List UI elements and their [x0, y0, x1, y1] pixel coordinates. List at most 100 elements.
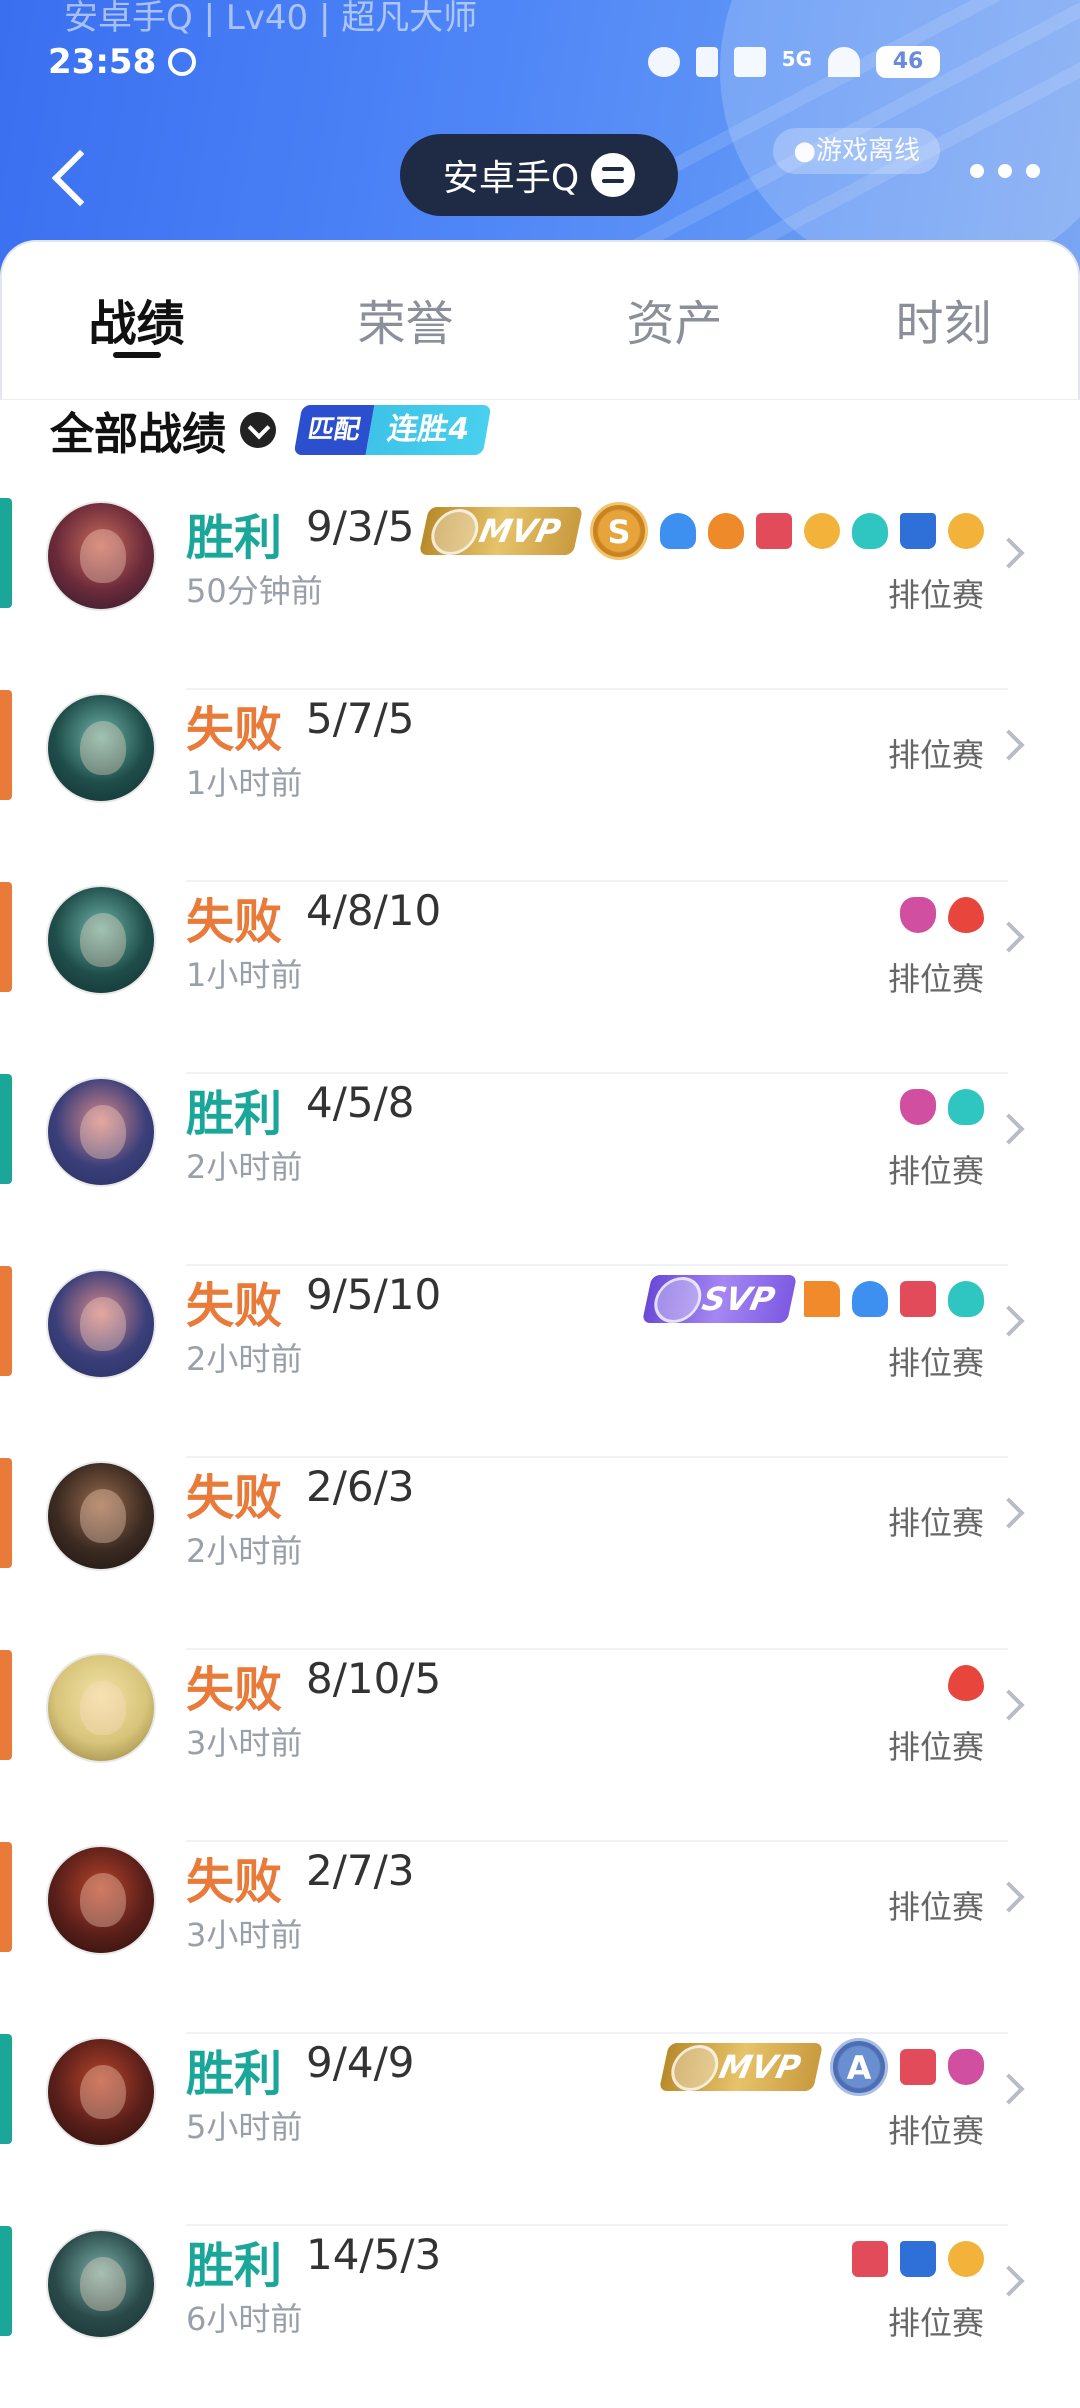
game-status: ●游戏离线: [773, 128, 940, 174]
match-kda: 4/5/8: [306, 1078, 415, 1127]
teal-heart-icon: [852, 513, 888, 549]
match-result: 胜利: [186, 1086, 283, 1142]
signal-icon: 5G: [781, 47, 812, 71]
match-mode: 排位赛: [887, 1344, 984, 1382]
hero-avatar: [46, 1653, 156, 1763]
rating-a-badge: A: [830, 2038, 888, 2096]
match-row[interactable]: 失败 8/10/5 3小时前 排位赛: [0, 1650, 1080, 1842]
svp-badge: SVP: [641, 1275, 798, 1323]
match-kda: 5/7/5: [306, 694, 415, 743]
honor-badges: [948, 1654, 984, 1712]
match-result: 失败: [186, 1278, 283, 1334]
hero-avatar: [46, 1077, 156, 1187]
red-drop-icon: [948, 897, 984, 933]
red-shield-icon: [900, 1281, 936, 1317]
status-icons: 5G 46: [647, 46, 940, 78]
match-result: 胜利: [186, 510, 283, 566]
status-time: 23:58: [48, 42, 157, 82]
gold-up-icon: [948, 2241, 984, 2277]
match-mode: 排位赛: [887, 736, 984, 774]
chevron-right-icon: [993, 1113, 1025, 1145]
tab-assets[interactable]: 资产: [540, 242, 809, 399]
teal-heart-icon: [948, 1281, 984, 1317]
match-row[interactable]: 胜利 9/4/9 5小时前 MVP A 排位赛: [0, 2034, 1080, 2226]
result-indicator: [0, 1842, 12, 1952]
account-switch-button[interactable]: 安卓手Q: [400, 134, 678, 216]
blue-tower-icon: [900, 513, 936, 549]
hero-avatar: [46, 885, 156, 995]
red-shield-icon: [900, 2049, 936, 2085]
match-row[interactable]: 失败 2/6/3 2小时前 排位赛: [0, 1458, 1080, 1650]
match-result: 失败: [186, 894, 283, 950]
match-row[interactable]: 失败 2/7/3 3小时前 排位赛: [0, 1842, 1080, 2034]
match-time: 1小时前: [186, 956, 303, 994]
more-dot-icon: [970, 164, 984, 178]
mvp-badge: MVP: [658, 2043, 824, 2091]
match-mode: 排位赛: [887, 960, 984, 998]
tab-moments[interactable]: 时刻: [809, 242, 1078, 399]
match-result: 胜利: [186, 2046, 283, 2102]
result-indicator: [0, 2226, 12, 2336]
tab-record[interactable]: 战绩: [2, 242, 271, 399]
teal-heart-icon: [948, 1089, 984, 1125]
hero-avatar: [46, 1269, 156, 1379]
match-kda: 2/7/3: [306, 1846, 415, 1895]
vibrate-icon: [695, 47, 718, 77]
match-mode: 排位赛: [887, 2112, 984, 2150]
hero-avatar: [46, 2037, 156, 2147]
result-indicator: [0, 690, 12, 800]
alarm-icon: [647, 47, 680, 77]
match-row[interactable]: 胜利 14/5/3 6小时前 排位赛: [0, 2226, 1080, 2408]
honor-badges: [900, 1078, 984, 1136]
match-time: 3小时前: [186, 1724, 303, 1762]
match-time: 3小时前: [186, 1916, 303, 1954]
chevron-right-icon: [993, 2265, 1025, 2297]
blue-flame-icon: [660, 513, 696, 549]
match-row[interactable]: 失败 5/7/5 1小时前 排位赛: [0, 690, 1080, 882]
match-mode: 排位赛: [887, 1728, 984, 1766]
match-result: 失败: [186, 1662, 283, 1718]
match-mode: 排位赛: [887, 576, 984, 614]
red-shield-icon: [852, 2241, 888, 2277]
match-time: 6小时前: [186, 2300, 303, 2338]
more-button[interactable]: [970, 164, 1040, 178]
match-kda: 4/8/10: [306, 886, 442, 935]
match-time: 2小时前: [186, 1340, 303, 1378]
match-mode: 排位赛: [887, 1888, 984, 1926]
match-result: 失败: [186, 1854, 283, 1910]
hero-avatar: [46, 1845, 156, 1955]
streak-text: 连胜4: [365, 405, 492, 455]
match-mode: 排位赛: [887, 2304, 984, 2342]
match-row[interactable]: 胜利 4/5/8 2小时前 排位赛: [0, 1074, 1080, 1266]
tab-bar: 战绩 荣誉 资产 时刻: [0, 240, 1080, 400]
match-kda: 9/5/10: [306, 1270, 442, 1319]
more-dot-icon: [998, 164, 1012, 178]
match-kda: 2/6/3: [306, 1462, 415, 1511]
match-time: 1小时前: [186, 764, 303, 802]
honor-badges: MVP S: [418, 502, 984, 560]
match-row[interactable]: 失败 9/5/10 2小时前 SVP 排位赛: [0, 1266, 1080, 1458]
result-indicator: [0, 1074, 12, 1184]
swap-icon: [591, 153, 636, 197]
chevron-right-icon: [993, 1305, 1025, 1337]
page-title: 安卓手Q: [442, 158, 580, 199]
fire-icon: [708, 513, 744, 549]
chevron-right-icon: [993, 537, 1025, 569]
match-row[interactable]: 失败 4/8/10 1小时前 排位赛: [0, 882, 1080, 1074]
match-row[interactable]: 胜利 9/3/5 50分钟前 MVP S 排位赛: [0, 498, 1080, 690]
hero-avatar: [46, 693, 156, 803]
purple-demon-icon: [900, 897, 936, 933]
match-time: 2小时前: [186, 1532, 303, 1570]
chevron-right-icon: [993, 921, 1025, 953]
tab-honor[interactable]: 荣誉: [271, 242, 540, 399]
result-indicator: [0, 882, 12, 992]
match-time: 50分钟前: [186, 572, 323, 610]
back-button[interactable]: [44, 140, 104, 210]
record-filter[interactable]: 全部战绩 匹配 连胜4: [50, 398, 492, 462]
blue-flame-icon: [852, 1281, 888, 1317]
red-drop-icon: [948, 1665, 984, 1701]
match-kda: 14/5/3: [306, 2230, 442, 2279]
notification-icon: [168, 48, 196, 76]
chevron-right-icon: [993, 2073, 1025, 2105]
result-indicator: [0, 1650, 12, 1760]
